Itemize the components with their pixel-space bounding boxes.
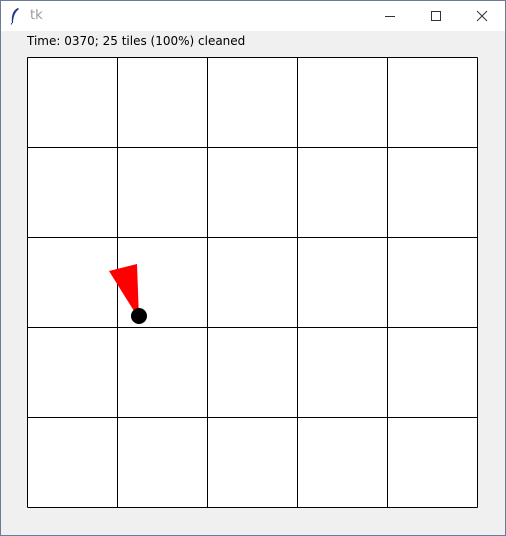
floor-tile: [297, 147, 388, 238]
floor-tile: [117, 417, 208, 508]
floor-tile: [207, 237, 298, 328]
status-text: Time: 0370; 25 tiles (100%) cleaned: [27, 34, 246, 48]
floor-tile: [207, 327, 298, 418]
floor-tile: [207, 147, 298, 238]
window-title: tk: [30, 8, 43, 23]
floor-tile: [387, 147, 478, 238]
room-grid: [27, 57, 478, 508]
title-bar[interactable]: tk: [1, 1, 505, 31]
room-canvas[interactable]: [27, 57, 478, 508]
close-icon: [476, 10, 488, 22]
minimize-icon: [385, 16, 395, 17]
floor-tile: [27, 327, 118, 418]
floor-tile: [117, 57, 208, 148]
floor-tile: [207, 417, 298, 508]
floor-tile: [27, 147, 118, 238]
floor-tile: [117, 147, 208, 238]
floor-tile: [387, 417, 478, 508]
maximize-icon: [431, 11, 441, 21]
close-button[interactable]: [459, 1, 505, 31]
floor-tile: [27, 57, 118, 148]
floor-tile: [387, 237, 478, 328]
minimize-button[interactable]: [367, 1, 413, 31]
floor-tile: [27, 237, 118, 328]
floor-tile: [117, 327, 208, 418]
floor-tile: [297, 327, 388, 418]
floor-tile: [297, 417, 388, 508]
feather-icon: [10, 8, 19, 25]
floor-tile: [297, 237, 388, 328]
app-window: tk Time: 0370; 25 tiles (100%) cleaned: [0, 0, 506, 536]
floor-tile: [387, 327, 478, 418]
floor-tile: [297, 57, 388, 148]
robot: [131, 308, 147, 324]
floor-tile: [27, 417, 118, 508]
floor-tile: [387, 57, 478, 148]
floor-tile: [207, 57, 298, 148]
maximize-button[interactable]: [413, 1, 459, 31]
